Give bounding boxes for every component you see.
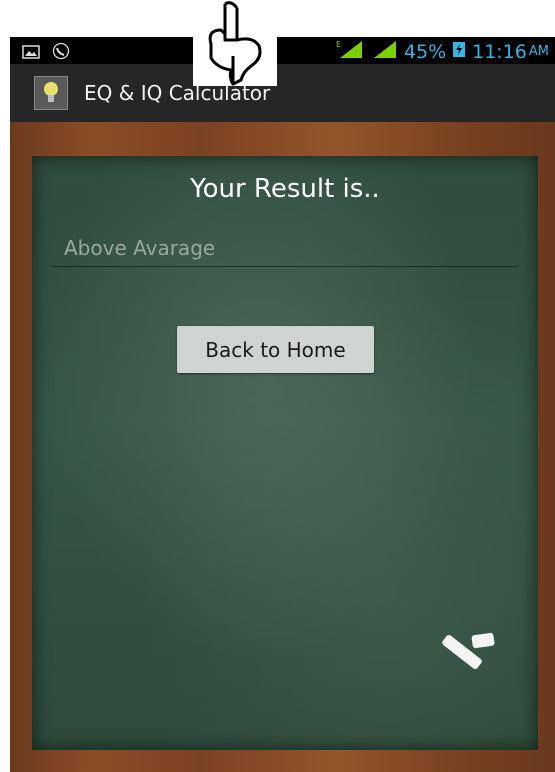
lightbulb-icon[interactable] xyxy=(34,76,68,110)
svg-text:E: E xyxy=(336,40,341,49)
battery-percent: 45% xyxy=(403,40,447,63)
chalk-icon xyxy=(436,628,506,688)
status-bar: E 45% 11:16 AM xyxy=(10,37,555,64)
call-icon xyxy=(52,42,70,64)
back-to-home-button[interactable]: Back to Home xyxy=(177,326,374,373)
chalkboard-frame: Your Result is.. Above Avarage Back to H… xyxy=(10,122,555,772)
chalkboard: Your Result is.. Above Avarage Back to H… xyxy=(32,156,538,750)
hand-pointer-icon xyxy=(193,0,277,86)
result-heading: Your Result is.. xyxy=(190,174,380,204)
signal-icon: E xyxy=(336,39,366,64)
battery-icon xyxy=(452,40,466,63)
clock-ampm: AM xyxy=(528,44,549,59)
action-bar: EQ & IQ Calculator xyxy=(10,64,555,122)
result-underline xyxy=(52,266,518,267)
clock: 11:16 xyxy=(472,40,527,63)
signal-icon-2 xyxy=(372,39,398,64)
picture-icon xyxy=(22,44,40,63)
result-value: Above Avarage xyxy=(64,236,216,260)
